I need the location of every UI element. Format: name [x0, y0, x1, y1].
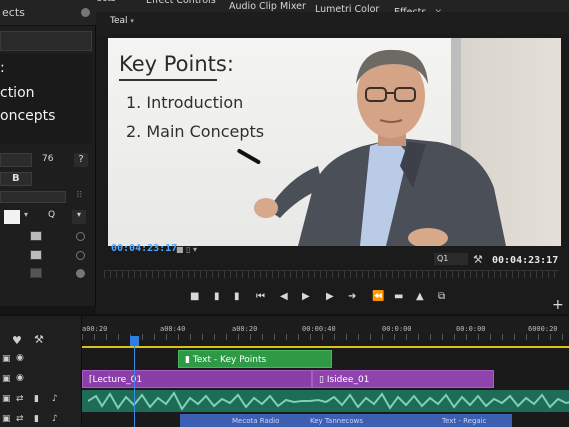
- stroke-color-swatch[interactable]: [30, 231, 42, 241]
- mute-icon[interactable]: ▮: [34, 394, 39, 404]
- lecture-clip[interactable]: ⌈Lecture_01: [82, 370, 312, 388]
- play-button[interactable]: ▶: [302, 290, 310, 304]
- stroke-row: [0, 231, 92, 247]
- microphone-icon[interactable]: ♪: [52, 414, 58, 424]
- help-button[interactable]: ?: [74, 153, 88, 167]
- playhead-timecode[interactable]: 00:04:23:17: [111, 243, 177, 254]
- text-style-row: B: [0, 172, 92, 188]
- playhead-line: [134, 346, 135, 427]
- track-lock-icon[interactable]: ▣: [2, 374, 11, 384]
- eyedropper-icon[interactable]: ▾: [72, 210, 86, 224]
- layer-name-field[interactable]: [0, 31, 92, 51]
- bold-label[interactable]: B: [12, 173, 20, 184]
- timeline-panel: ♥ ⚒ ▣ ◉ ▣ ◉ ▣ ⇄ ▮ ♪ ▣ ⇄ ▮ ♪ a00:20 a00:4…: [0, 314, 569, 427]
- font-style-select[interactable]: [0, 153, 32, 167]
- preview-line-1: :: [0, 60, 5, 76]
- microphone-icon[interactable]: ♪: [52, 394, 58, 404]
- mark-out-button[interactable]: ▮: [234, 290, 240, 304]
- insert-button[interactable]: ⏪: [372, 290, 384, 304]
- audio-lock-icon[interactable]: ▣: [2, 394, 11, 404]
- tracking-row: ⠿: [0, 191, 92, 207]
- panel-menu-icon[interactable]: [81, 8, 90, 17]
- audio-waveform: [87, 391, 569, 411]
- lift-button[interactable]: ▲: [416, 290, 424, 304]
- slide-clip-label: Isidee_01: [326, 375, 370, 385]
- left-panel-title: ects: [2, 6, 25, 19]
- program-monitor: Key Points: 1. Introduction 2. Main Conc…: [96, 34, 569, 314]
- monitor-zoom-controls[interactable]: ■ ▯ ▾: [176, 245, 197, 254]
- presenter-figure: [237, 49, 506, 246]
- step-forward-button[interactable]: ▶: [326, 290, 334, 304]
- export-frame-button[interactable]: ⧉: [438, 290, 445, 304]
- audio2-label-a: Mecota Radio: [232, 417, 280, 425]
- track-headers: ♥ ⚒ ▣ ◉ ▣ ◉ ▣ ⇄ ▮ ♪ ▣ ⇄ ▮ ♪: [0, 316, 82, 427]
- step-back-button[interactable]: ◀: [280, 290, 288, 304]
- monitor-scrub-bar[interactable]: [104, 270, 559, 278]
- essential-graphics-panel: ects : ction oncepts 76 ? B ⠿ ▾ Q ▾: [0, 0, 96, 306]
- font-size-value[interactable]: 76: [42, 154, 53, 164]
- duration-timecode: 00:04:23:17: [492, 255, 559, 266]
- text-clip-label: Text - Key Points: [192, 355, 267, 365]
- button-editor-add-button[interactable]: +: [552, 297, 564, 313]
- chevron-down-icon: ▾: [130, 17, 134, 25]
- add-background-icon[interactable]: [76, 251, 85, 260]
- presenter-hand: [254, 198, 278, 218]
- left-panel-header: ects: [0, 0, 96, 26]
- sync-icon[interactable]: ⇄: [16, 414, 24, 424]
- tab-effect-controls-partial[interactable]: ects: [96, 0, 116, 12]
- playhead-handle[interactable]: [130, 336, 139, 346]
- tracking-select[interactable]: [0, 191, 66, 203]
- fill-row: ▾ Q ▾: [0, 210, 92, 226]
- audio-lock-icon[interactable]: ▣: [2, 414, 11, 424]
- audio-clip-a2[interactable]: Mecota Radio Key Tannecows Text - Regaic: [180, 414, 512, 427]
- sync-icon[interactable]: ⇄: [16, 394, 24, 404]
- preview-line-3: oncepts: [0, 108, 56, 124]
- wrench-icon[interactable]: ⚒: [34, 333, 44, 346]
- background-row: [0, 250, 92, 266]
- grip-icon: ⠿: [76, 191, 83, 201]
- sequence-name: Teal: [110, 16, 128, 26]
- settings-wrench-icon[interactable]: ⚒: [473, 253, 483, 266]
- fill-color-swatch[interactable]: [4, 210, 20, 224]
- add-marker-button[interactable]: ■: [190, 290, 199, 304]
- eye-icon[interactable]: ◉: [16, 353, 24, 363]
- go-to-out-button[interactable]: ➜: [348, 290, 356, 304]
- add-stroke-icon[interactable]: [76, 232, 85, 241]
- audio2-label-b: Key Tannecows: [310, 417, 364, 425]
- track-area: ▮ Text - Key Points ⌈Lecture_01 ▯ Isidee…: [82, 316, 569, 427]
- shadow-color-swatch[interactable]: [30, 268, 42, 278]
- transport-controls: ■ ▮ ▮ ⏮ ◀ ▶ ▶ ➜ ⏪ ▬ ▲ ⧉: [188, 290, 488, 304]
- chevron-down-icon[interactable]: ▾: [24, 210, 28, 219]
- playback-resolution-select[interactable]: Q1: [434, 253, 468, 265]
- font-size-row: 76 ?: [0, 153, 92, 169]
- heart-icon[interactable]: ♥: [12, 334, 22, 347]
- audio2-label-c: Text - Regaic: [442, 417, 487, 425]
- program-sequence-label[interactable]: Teal ▾: [110, 16, 134, 26]
- marker-pen: [237, 149, 261, 164]
- overwrite-button[interactable]: ▬: [394, 290, 403, 304]
- text-clip[interactable]: ▮ Text - Key Points: [178, 350, 332, 368]
- preview-line-2: ction: [0, 85, 35, 101]
- shadow-row: [0, 268, 92, 284]
- slide-clip[interactable]: ▯ Isidee_01: [312, 370, 494, 388]
- background-color-swatch[interactable]: [30, 250, 42, 260]
- program-monitor-header: Teal ▾: [96, 12, 569, 34]
- text-layer-preview[interactable]: : ction oncepts: [0, 54, 92, 144]
- track-lock-icon[interactable]: ▣: [2, 354, 11, 364]
- search-icon[interactable]: Q: [48, 210, 55, 220]
- eye-icon[interactable]: ◉: [16, 373, 24, 383]
- mute-icon[interactable]: ▮: [34, 414, 39, 424]
- mark-in-button[interactable]: ▮: [214, 290, 220, 304]
- video-frame[interactable]: Key Points: 1. Introduction 2. Main Conc…: [108, 38, 561, 246]
- go-to-in-button[interactable]: ⏮: [256, 290, 265, 304]
- audio-clip-a1[interactable]: [82, 390, 569, 412]
- shadow-check-icon[interactable]: [76, 269, 85, 278]
